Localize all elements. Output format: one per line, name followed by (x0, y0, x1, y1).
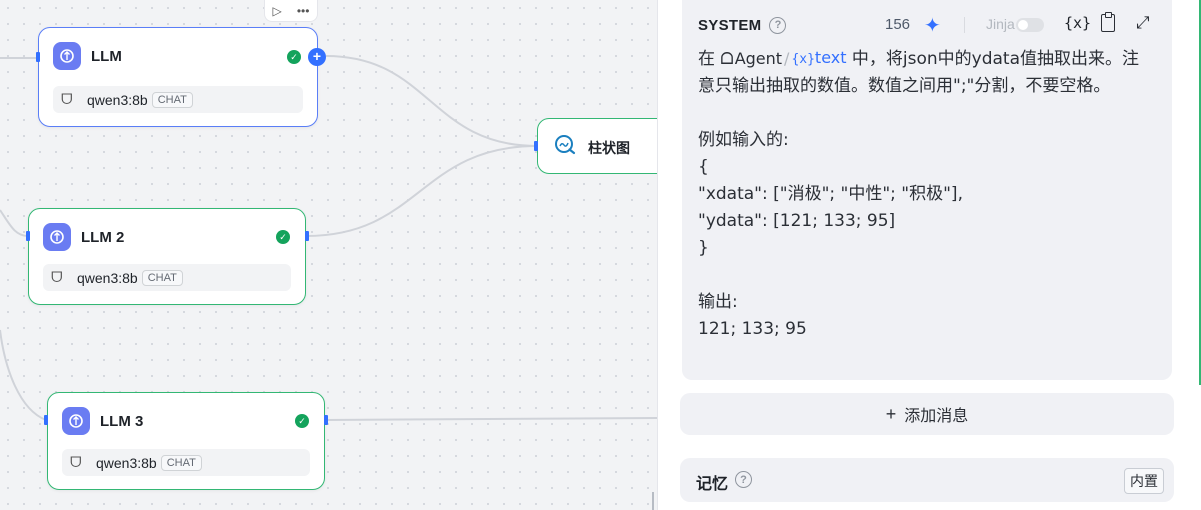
chat-tag: CHAT (141, 269, 183, 286)
agent-icon: ᗝ (720, 49, 734, 68)
plus-icon: + (885, 403, 897, 424)
ellipsis-icon[interactable]: ••• (297, 4, 310, 18)
success-check-icon: ✓ (295, 414, 309, 428)
help-icon[interactable]: ? (735, 471, 752, 488)
prompt-rest: 中，将json中的ydata值抽取出来。注意只输出抽取的数值。数值之间用";"分… (698, 49, 1140, 339)
llm-node-3[interactable]: LLM 3 ✓ ᗜ qwen3:8b CHAT (47, 392, 325, 490)
node-title: LLM 3 (100, 412, 144, 430)
jinja-toggle[interactable] (1016, 18, 1044, 32)
chart-search-icon (555, 135, 576, 155)
node-title: LLM 2 (81, 228, 125, 246)
llm-icon (53, 42, 81, 70)
ref-var-name: text (814, 48, 847, 67)
model-selector[interactable]: ᗜ qwen3:8b CHAT (53, 86, 303, 113)
model-name: qwen3:8b (96, 454, 157, 471)
system-label: SYSTEM (698, 16, 762, 34)
model-name: qwen3:8b (77, 269, 138, 286)
sparkle-icon[interactable]: ✦ (924, 13, 941, 38)
ref-separator: / (784, 49, 790, 68)
node-config-panel: SYSTEM ? 156 ✦ Jinja {x} ⤢ 在 ᗝAgent / {x}t… (657, 0, 1201, 510)
llm-node-1[interactable]: LLM ✓ ᗜ qwen3:8b CHAT (38, 27, 318, 127)
builtin-badge: 内置 (1124, 468, 1164, 494)
add-message-label: 添加消息 (904, 408, 969, 425)
model-selector[interactable]: ᗜ qwen3:8b CHAT (62, 449, 310, 476)
workflow-canvas[interactable]: LLM ✓ ᗜ qwen3:8b CHAT + ▷ ••• LLM 2 ✓ ᗜ … (0, 0, 657, 510)
input-handle[interactable] (26, 231, 30, 241)
expand-icon[interactable]: ⤢ (1136, 13, 1150, 33)
ref-agent-name: Agent (734, 49, 783, 68)
prompt-prefix: 在 (698, 49, 721, 69)
ollama-icon: ᗜ (61, 91, 73, 107)
play-icon[interactable]: ▷ (273, 4, 282, 18)
clipboard-icon[interactable] (1101, 12, 1115, 32)
variable-reference[interactable]: ᗝAgent / {x}text (720, 44, 846, 73)
node-title: 柱状图 (588, 140, 630, 156)
insert-variable-icon[interactable]: {x} (1064, 14, 1091, 32)
bar-chart-node[interactable]: 柱状图 (537, 118, 657, 174)
success-check-icon: ✓ (287, 50, 301, 64)
memory-section[interactable]: 记忆 ? 内置 (680, 458, 1174, 502)
llm-node-2[interactable]: LLM 2 ✓ ᗜ qwen3:8b CHAT (28, 208, 306, 305)
model-name: qwen3:8b (87, 91, 148, 108)
system-prompt-card: SYSTEM ? 156 ✦ Jinja {x} ⤢ 在 ᗝAgent / {x}t… (682, 0, 1172, 380)
jinja-label: Jinja (986, 16, 1015, 32)
variable-icon: {x} (791, 52, 815, 67)
output-handle[interactable] (324, 415, 328, 425)
input-handle[interactable] (534, 141, 538, 151)
chat-tag: CHAT (160, 454, 202, 471)
input-handle[interactable] (44, 415, 48, 425)
help-icon[interactable]: ? (769, 16, 787, 34)
node-title: LLM (91, 47, 122, 65)
add-node-button[interactable]: + (308, 48, 326, 66)
divider (964, 17, 965, 33)
token-count: 156 (885, 16, 911, 33)
input-handle[interactable] (36, 52, 40, 62)
node-toolbar: ▷ ••• (264, 0, 318, 22)
ollama-icon: ᗜ (51, 269, 63, 285)
success-check-icon: ✓ (276, 230, 290, 244)
ollama-icon: ᗜ (70, 454, 82, 470)
memory-title: 记忆 (696, 476, 729, 493)
chat-tag: CHAT (151, 91, 193, 108)
output-handle[interactable] (305, 231, 309, 241)
add-message-button[interactable]: + 添加消息 (680, 393, 1174, 435)
llm-icon (62, 407, 90, 435)
model-selector[interactable]: ᗜ qwen3:8b CHAT (43, 264, 291, 291)
llm-icon (43, 223, 71, 251)
system-prompt-text[interactable]: 在 ᗝAgent / {x}text 中，将json中的ydata值抽取出来。注意只… (698, 44, 1152, 343)
